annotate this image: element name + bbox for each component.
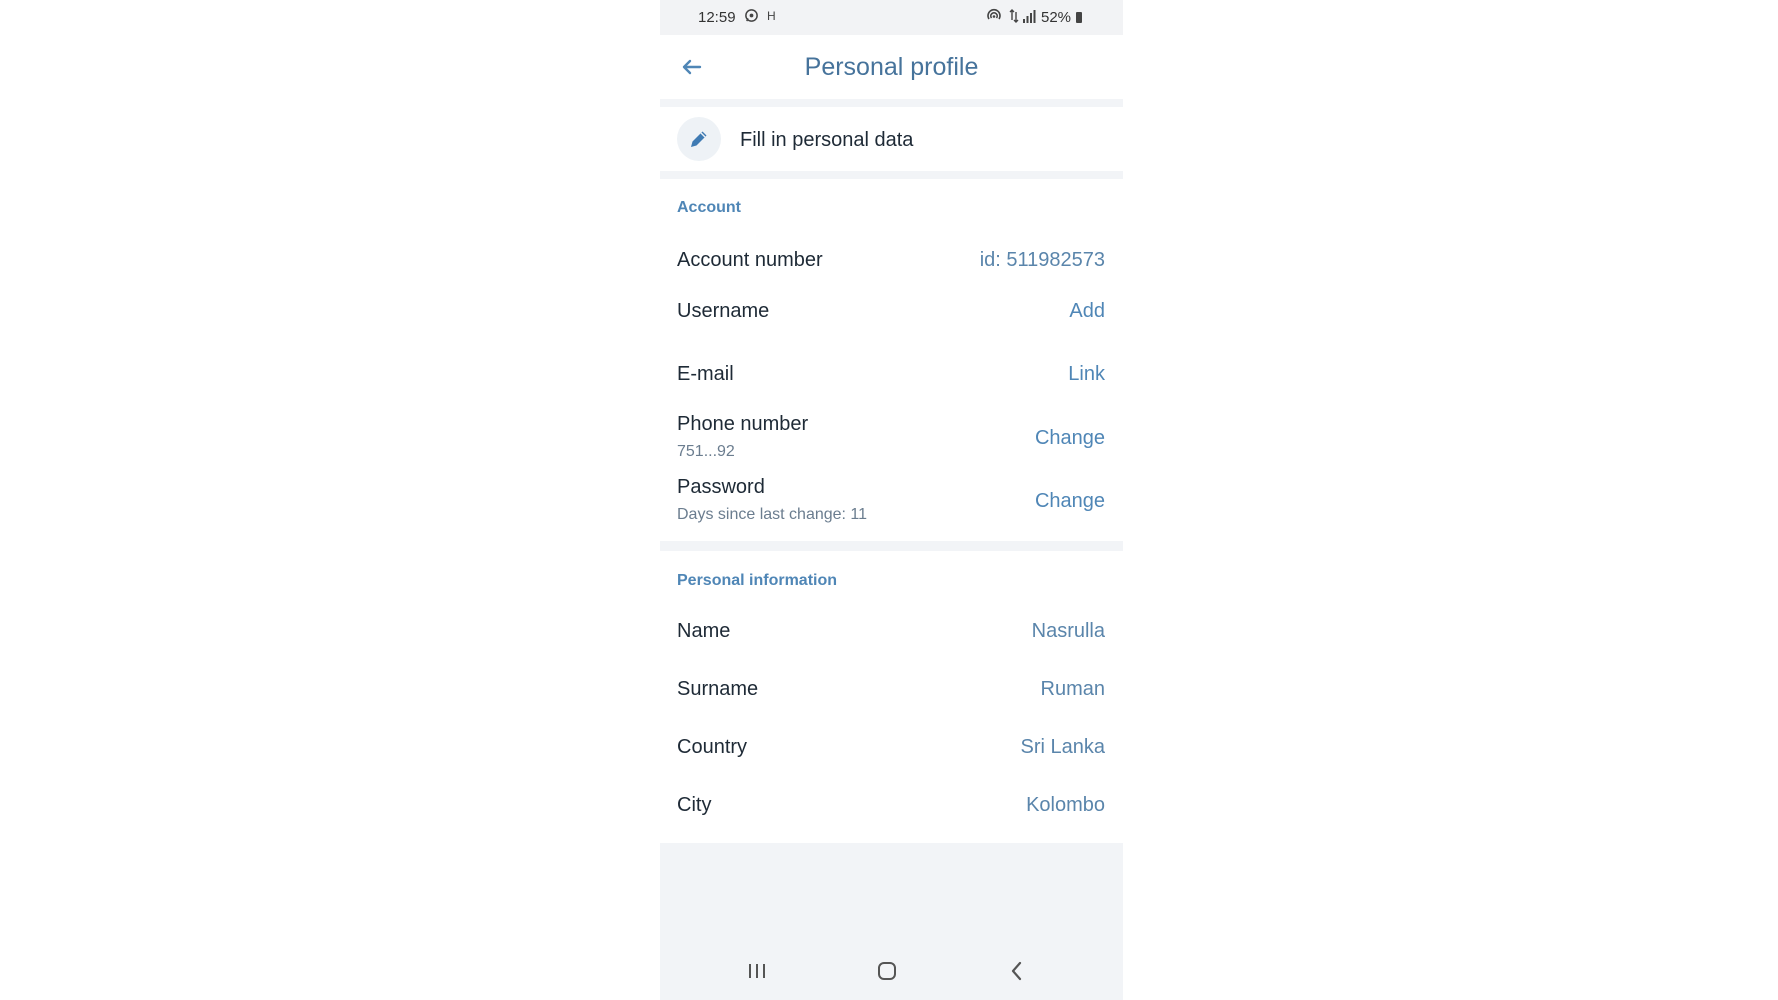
row-label: Name: [677, 620, 731, 642]
email-link-button[interactable]: Link: [1068, 363, 1105, 386]
row-label: City: [677, 794, 712, 816]
recent-apps-icon[interactable]: [744, 958, 770, 984]
country-value: Sri Lanka: [1020, 736, 1106, 758]
phone-number-row[interactable]: Phone number 751...92 Change: [660, 403, 1123, 463]
app-bar: Personal profile: [660, 35, 1123, 99]
account-section: Account Account number id: 511982573 Use…: [660, 179, 1123, 541]
battery-icon: [1076, 12, 1082, 23]
status-time: 12:59: [698, 9, 736, 26]
row-label: Phone number: [677, 413, 809, 435]
password-row[interactable]: Password Days since last change: 11 Chan…: [660, 466, 1123, 526]
data-arrows-icon: [1009, 8, 1019, 27]
back-icon[interactable]: [1004, 958, 1030, 984]
surname-row[interactable]: Surname Ruman: [660, 665, 1123, 713]
whatsapp-icon: [744, 8, 759, 26]
surname-value: Ruman: [1040, 678, 1105, 700]
username-add-button[interactable]: Add: [1069, 300, 1105, 323]
pencil-icon-badge: [677, 117, 721, 161]
hotspot-icon: [986, 8, 1002, 27]
fill-personal-data-label: Fill in personal data: [740, 129, 914, 151]
account-number-value: id: 511982573: [979, 249, 1105, 271]
row-label: Password: [677, 476, 765, 498]
fill-personal-data-row[interactable]: Fill in personal data: [660, 107, 1123, 171]
username-row[interactable]: Username Add: [660, 290, 1123, 334]
personal-section-title: Personal information: [677, 572, 838, 589]
home-icon[interactable]: [874, 958, 900, 984]
account-number-row[interactable]: Account number id: 511982573: [660, 239, 1123, 283]
name-row[interactable]: Name Nasrulla: [660, 607, 1123, 655]
row-label: E-mail: [677, 363, 734, 385]
name-value: Nasrulla: [1031, 620, 1105, 642]
password-days-since-change: Days since last change: 11: [677, 506, 868, 523]
page-title: Personal profile: [804, 53, 979, 81]
email-row[interactable]: E-mail Link: [660, 353, 1123, 397]
account-section-title: Account: [677, 199, 741, 216]
personal-information-section: Personal information Name Nasrulla Surna…: [660, 551, 1123, 843]
row-label: Surname: [677, 678, 759, 700]
system-navigation-bar: [660, 940, 1123, 1000]
signal-icon: [1022, 8, 1036, 27]
password-change-button[interactable]: Change: [1035, 490, 1105, 513]
status-bar: 12:59 H 52%: [660, 0, 1123, 35]
battery-percent: 52%: [1041, 9, 1072, 26]
phone-number-masked: 751...92: [677, 443, 735, 460]
pencil-icon: [691, 131, 707, 147]
row-label: Account number: [677, 249, 823, 271]
city-value: Kolombo: [1026, 794, 1105, 816]
phone-screen: 12:59 H 52% Personal profile Fill in per…: [660, 0, 1123, 1000]
city-row[interactable]: City Kolombo: [660, 781, 1123, 829]
row-label: Country: [677, 736, 748, 758]
phone-change-button[interactable]: Change: [1035, 427, 1105, 450]
row-label: Username: [677, 300, 770, 322]
network-type-indicator: H: [767, 9, 776, 23]
country-row[interactable]: Country Sri Lanka: [660, 723, 1123, 771]
